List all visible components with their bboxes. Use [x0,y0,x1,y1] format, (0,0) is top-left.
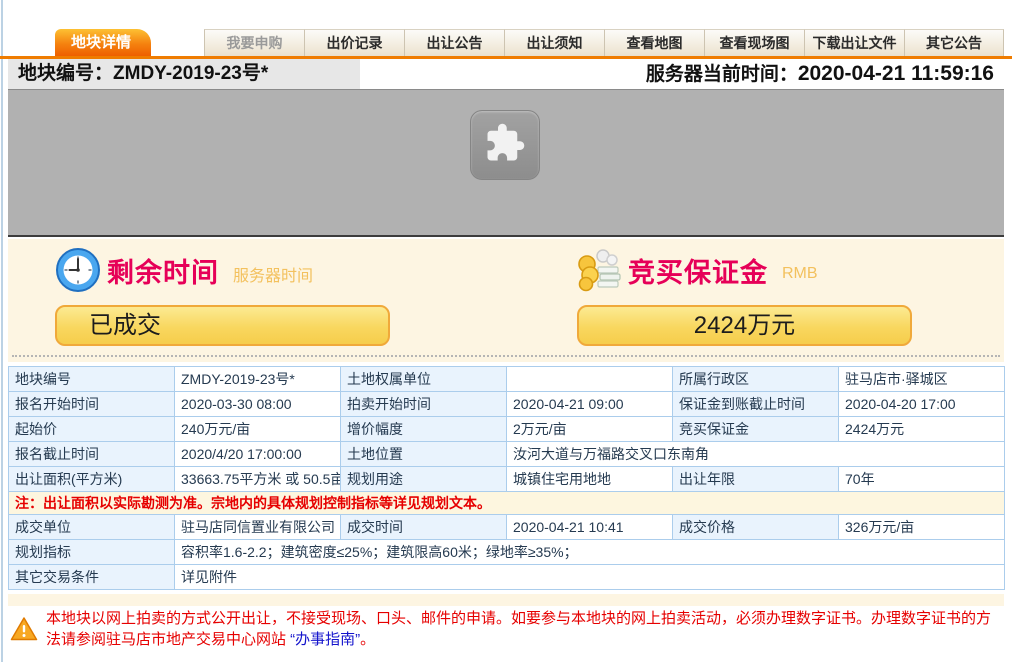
field-label: 出让面积(平方米) [9,467,175,492]
remaining-time-panel: 剩余时间 服务器时间 已成交 [8,239,506,362]
field-label: 成交价格 [673,515,839,540]
field-label: 保证金到账截止时间 [673,392,839,417]
field-value: 汝河大道与万福路交叉口东南角 [507,442,1005,467]
deposit-currency-caption: RMB [782,257,818,283]
tab-download-transfer-files[interactable]: 下载出让文件 [804,29,904,56]
tab-other-announcements[interactable]: 其它公告 [904,29,1004,56]
field-value: ZMDY-2019-23号* [175,367,341,392]
server-time-caption: 服务器时间 [233,254,313,286]
area-note: 注：出让面积以实际勘测为准。宗地内的具体规划控制指标等详见规划文本。 [9,492,1005,515]
field-label: 报名截止时间 [9,442,175,467]
field-value: 容积率1.6-2.2；建筑密度≤25%；建筑限高60米；绿地率≥35%； [175,540,1005,565]
server-time: 服务器当前时间：2020-04-21 11:59:16 [646,59,1004,89]
missing-plugin-tile [470,110,540,180]
land-parcel-detail-page: 地块详情 我要申购 出价记录 出让公告 出让须知 查看地图 查看现场图 下载出让… [0,0,1012,662]
deal-status-display: 已成交 [55,305,390,346]
table-row: 报名开始时间 2020-03-30 08:00 拍卖开始时间 2020-04-2… [9,392,1005,417]
table-row: 起始价 240万元/亩 增价幅度 2万元/亩 竞买保证金 2424万元 [9,417,1005,442]
field-label: 成交时间 [341,515,507,540]
parcel-number-label: 地块编号： [18,63,113,84]
field-value: 70年 [839,467,1005,492]
parcel-details-table: 地块编号 ZMDY-2019-23号* 土地权属单位 所属行政区 驻马店市·驿城… [8,366,1005,590]
warning-text-after: 。 [360,631,375,648]
remaining-time-title: 剩余时间 [107,251,219,290]
warning-triangle-icon [10,616,38,642]
field-label: 土地权属单位 [341,367,507,392]
tab-view-site-photo[interactable]: 查看现场图 [704,29,804,56]
table-row: 报名截止时间 2020/4/20 17:00:00 土地位置 汝河大道与万福路交… [9,442,1005,467]
field-value: 2020-04-21 09:00 [507,392,673,417]
tab-bid-records[interactable]: 出价记录 [304,29,404,56]
field-value: 2424万元 [839,417,1005,442]
table-row: 成交单位 驻马店同信置业有限公司 成交时间 2020-04-21 10:41 成… [9,515,1005,540]
parcel-number: 地块编号：ZMDY-2019-23号* [8,59,360,89]
tab-parcel-detail[interactable]: 地块详情 [55,29,151,56]
bottom-cream-strip [8,594,1004,606]
field-value: 2020/4/20 17:00:00 [175,442,341,467]
field-value [507,367,673,392]
parcel-number-value: ZMDY-2019-23号* [113,63,268,84]
field-label: 出让年限 [673,467,839,492]
field-label: 土地位置 [341,442,507,467]
puzzle-icon [484,122,526,169]
dotted-divider [12,355,1000,357]
deposit-title: 竞买保证金 [628,251,768,290]
tab-apply[interactable]: 我要申购 [204,29,304,56]
field-value: 城镇住宅用地地 [507,467,673,492]
field-label: 报名开始时间 [9,392,175,417]
field-value: 2万元/亩 [507,417,673,442]
table-note-row: 注：出让面积以实际勘测为准。宗地内的具体规划控制指标等详见规划文本。 [9,492,1005,515]
field-label: 所属行政区 [673,367,839,392]
field-value: 2020-04-20 17:00 [839,392,1005,417]
table-row: 其它交易条件 详见附件 [9,565,1005,590]
field-label: 规划用途 [341,467,507,492]
service-guide-link[interactable]: “办事指南” [290,631,360,648]
tab-transfer-notice[interactable]: 出让须知 [504,29,604,56]
status-section: 剩余时间 服务器时间 已成交 [8,239,1004,362]
field-value: 2020-03-30 08:00 [175,392,341,417]
field-label: 起始价 [9,417,175,442]
warning-text: 本地块以网上拍卖的方式公开出让，不接受现场、口头、邮件的申请。如要参与本地块的网… [46,608,1004,650]
info-bar: 地块编号：ZMDY-2019-23号* 服务器当前时间：2020-04-21 1… [8,59,1004,89]
field-label: 规划指标 [9,540,175,565]
tab-bar: 我要申购 出价记录 出让公告 出让须知 查看地图 查看现场图 下载出让文件 其它… [204,29,1004,56]
field-value: 详见附件 [175,565,1005,590]
server-time-value: 2020-04-21 11:59:16 [798,62,994,85]
field-label: 增价幅度 [341,417,507,442]
table-row: 出让面积(平方米) 33663.75平方米 或 50.5亩 规划用途 城镇住宅用… [9,467,1005,492]
field-label: 成交单位 [9,515,175,540]
field-label: 拍卖开始时间 [341,392,507,417]
field-value: 240万元/亩 [175,417,341,442]
field-label: 其它交易条件 [9,565,175,590]
table-row: 规划指标 容积率1.6-2.2；建筑密度≤25%；建筑限高60米；绿地率≥35%… [9,540,1005,565]
tab-view-map[interactable]: 查看地图 [604,29,704,56]
money-icon [576,247,622,293]
clock-icon [55,247,101,293]
field-label: 竞买保证金 [673,417,839,442]
auction-warning: 本地块以网上拍卖的方式公开出让，不接受现场、口头、邮件的申请。如要参与本地块的网… [8,608,1004,650]
table-row: 地块编号 ZMDY-2019-23号* 土地权属单位 所属行政区 驻马店市·驿城… [9,367,1005,392]
field-label: 地块编号 [9,367,175,392]
deposit-panel: 竞买保证金 RMB 2424万元 [506,239,1004,362]
tab-transfer-announcement[interactable]: 出让公告 [404,29,504,56]
server-time-label: 服务器当前时间： [646,64,798,85]
field-value: 2020-04-21 10:41 [507,515,673,540]
deposit-amount-display: 2424万元 [577,305,912,346]
parcel-image-placeholder [8,89,1004,237]
field-value: 326万元/亩 [839,515,1005,540]
field-value: 33663.75平方米 或 50.5亩 [175,467,341,492]
field-value: 驻马店市·驿城区 [839,367,1005,392]
field-value: 驻马店同信置业有限公司 [175,515,341,540]
top-navigation: 地块详情 我要申购 出价记录 出让公告 出让须知 查看地图 查看现场图 下载出让… [8,0,1004,56]
warning-text-before: 本地块以网上拍卖的方式公开出让，不接受现场、口头、邮件的申请。如要参与本地块的网… [46,610,991,648]
